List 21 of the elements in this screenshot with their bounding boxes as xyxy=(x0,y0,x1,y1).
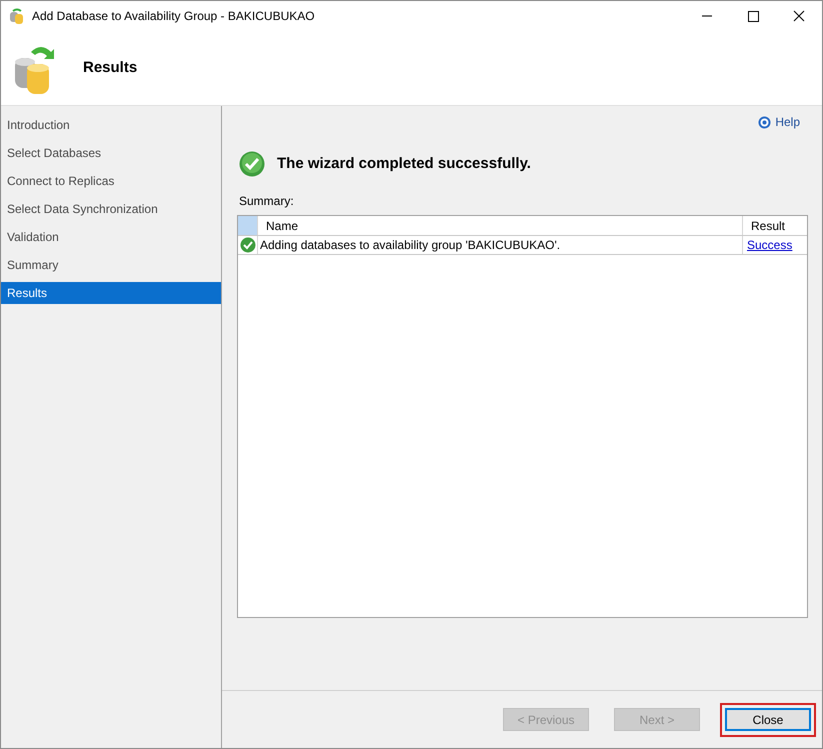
wizard-step[interactable]: Results xyxy=(1,282,221,304)
status-message: The wizard completed successfully. xyxy=(277,154,531,174)
success-icon xyxy=(240,237,256,253)
wizard-button[interactable]: Close xyxy=(725,708,811,731)
table-cell: Adding databases to availability group 'BAKICUBUKAO'. xyxy=(258,236,743,254)
wizard-step[interactable]: Select Databases xyxy=(1,142,221,164)
wizard-step[interactable]: Connect to Replicas xyxy=(1,170,221,192)
wizard-step[interactable]: Validation xyxy=(1,226,221,248)
wizard-step[interactable]: Summary xyxy=(1,254,221,276)
summary-label: Summary: xyxy=(239,193,295,210)
help-link[interactable]: Help xyxy=(758,113,800,131)
page-title: Results xyxy=(83,58,138,78)
result-link[interactable]: Success xyxy=(747,236,792,254)
wizard-step[interactable]: Select Data Synchronization xyxy=(1,198,221,220)
database-icon xyxy=(10,8,24,24)
success-icon xyxy=(239,151,265,177)
wizard-step[interactable]: Introduction xyxy=(1,114,221,136)
column-header[interactable]: Result xyxy=(743,216,807,235)
help-icon xyxy=(758,116,772,128)
column-header[interactable]: Name xyxy=(258,216,743,235)
window-title: Add Database to Availability Group - BAKICUBUKAO xyxy=(32,8,315,25)
